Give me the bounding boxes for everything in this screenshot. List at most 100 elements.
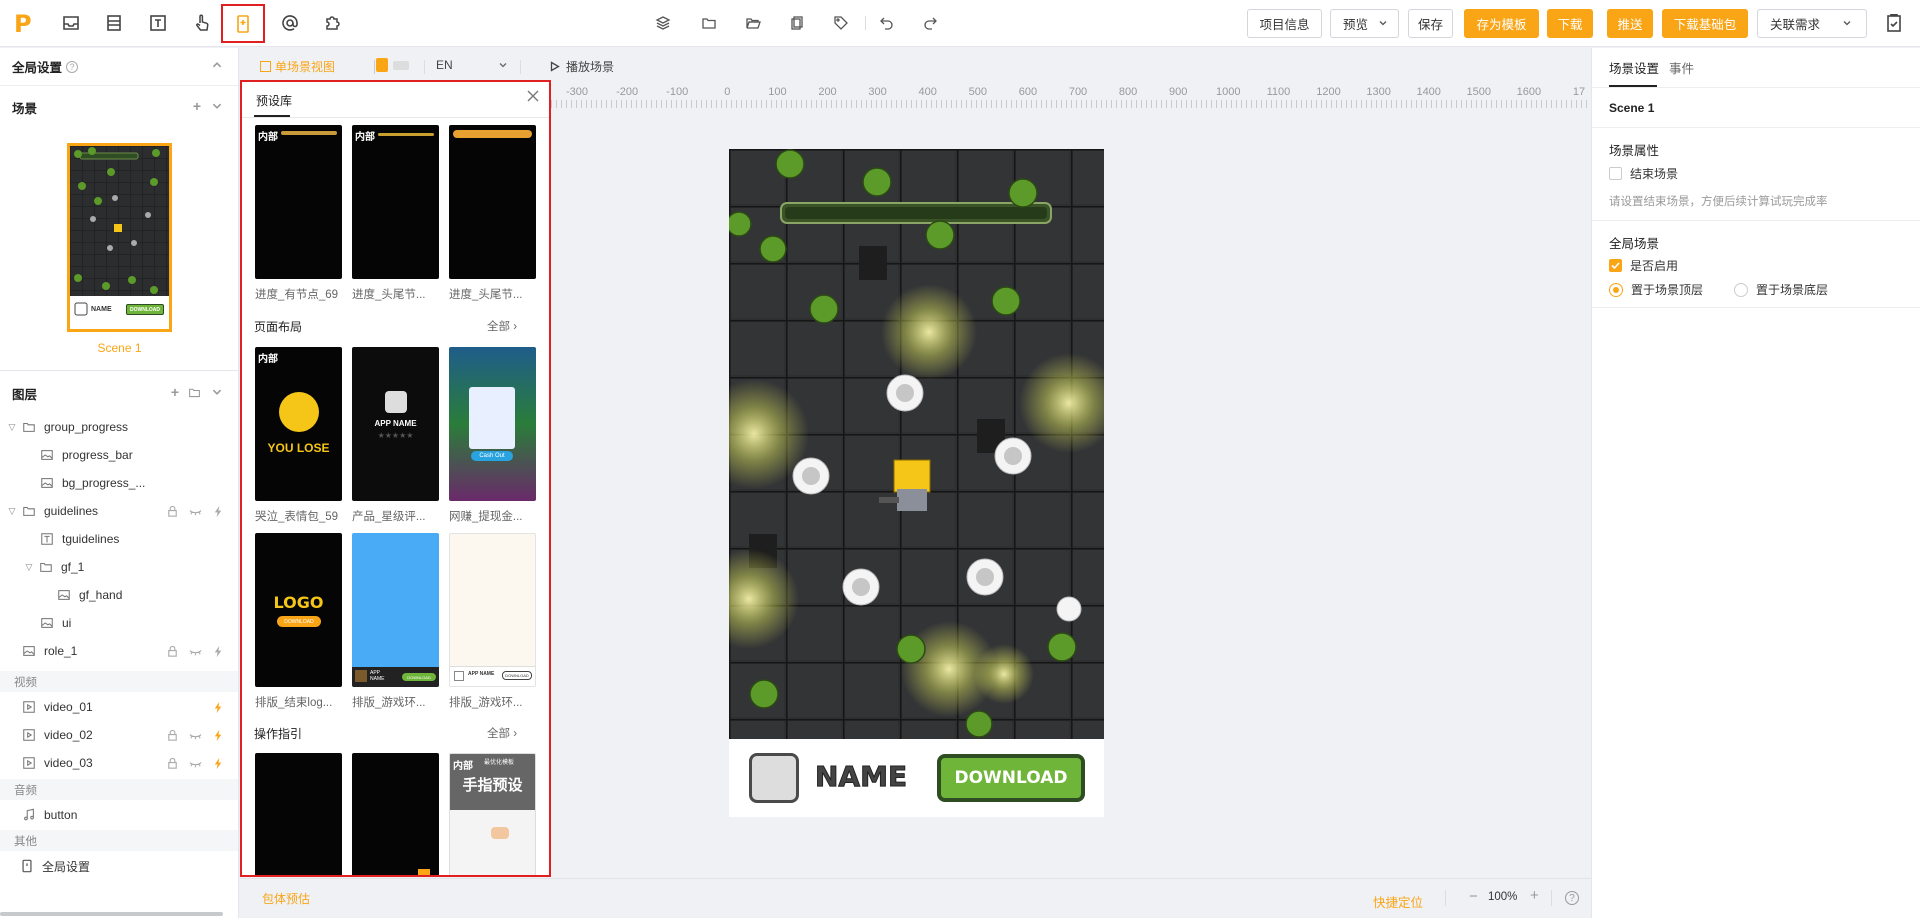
gray-color-swatch[interactable] [393, 61, 409, 70]
radio-selected[interactable] [1609, 282, 1623, 297]
help-icon[interactable]: ? [1565, 891, 1579, 905]
text-icon[interactable] [144, 9, 172, 37]
lightning-icon[interactable] [212, 701, 225, 714]
preset-guide-2[interactable] [352, 753, 439, 875]
video-item[interactable]: video_02 [0, 721, 238, 749]
zoom-in-button[interactable]: + [1530, 887, 1539, 904]
preset-guide-1[interactable] [255, 753, 342, 875]
lightning-icon[interactable] [212, 757, 225, 770]
preset-crying-emoji[interactable]: 内部 YOU LOSE [255, 347, 342, 501]
layer-bg-progress[interactable]: bg_progress_... [0, 469, 238, 497]
lock-icon[interactable] [166, 757, 179, 770]
video-item[interactable]: video_01 [0, 693, 238, 721]
top-layer-radio[interactable]: 置于场景顶层 [1609, 281, 1703, 298]
preview-dropdown[interactable]: 预览 [1330, 9, 1399, 38]
save-template-button[interactable]: 存为模板 [1464, 9, 1539, 38]
close-icon[interactable] [527, 90, 539, 102]
layer-ui[interactable]: ui [0, 609, 238, 637]
tag-icon[interactable] [831, 13, 851, 33]
video-item[interactable]: video_03 [0, 749, 238, 777]
preset-finger-guide[interactable]: 内部 最优化模板 手指预设 [449, 753, 536, 875]
scene-canvas[interactable]: NAME DOWNLOAD [729, 149, 1104, 817]
other-item[interactable]: 全局设置 [0, 852, 238, 880]
caret-down-icon[interactable]: ▽ [23, 562, 35, 573]
caret-down-icon[interactable]: ▽ [6, 422, 18, 433]
lightning-icon[interactable] [212, 729, 225, 742]
package-size-estimate-link[interactable]: 包体预估 [262, 890, 310, 907]
layer-progress-bar[interactable]: progress_bar [0, 441, 238, 469]
eye-closed-icon[interactable] [189, 505, 202, 518]
eye-closed-icon[interactable] [189, 645, 202, 658]
app-logo[interactable]: P [14, 10, 40, 38]
undo-icon[interactable] [877, 13, 897, 33]
layer-role-1[interactable]: role_1 [0, 637, 238, 665]
lock-icon[interactable] [166, 505, 179, 518]
save-button[interactable]: 保存 [1408, 9, 1453, 38]
preset-end-logo[interactable]: LOGO DOWNLOAD [255, 533, 342, 687]
preset-progress-headtail-1[interactable]: 内部 [352, 125, 439, 279]
eye-closed-icon[interactable] [189, 729, 202, 742]
layer-gf-hand[interactable]: gf_hand [0, 581, 238, 609]
layer-tguidelines[interactable]: tguidelines [0, 525, 238, 553]
preset-progress-headtail-2[interactable] [449, 125, 536, 279]
folder-icon[interactable] [699, 13, 719, 33]
tab-preset-library[interactable]: 预设库 [256, 92, 292, 109]
lock-icon[interactable] [166, 645, 179, 658]
end-scene-checkbox[interactable]: 结束场景 [1609, 165, 1678, 182]
orange-color-swatch[interactable] [376, 58, 388, 72]
list-icon[interactable] [100, 9, 128, 37]
collapse-icon[interactable] [211, 59, 223, 71]
lock-icon[interactable] [166, 729, 179, 742]
chevron-down-icon[interactable] [211, 100, 223, 112]
global-settings-header[interactable]: 全局设置? [0, 48, 238, 86]
audio-item[interactable]: button [0, 801, 238, 829]
layer-guidelines[interactable]: ▽ guidelines [0, 497, 238, 525]
eye-closed-icon[interactable] [189, 757, 202, 770]
download-button[interactable]: 下载 [1547, 9, 1593, 38]
bottom-layer-radio[interactable]: 置于场景底层 [1734, 281, 1828, 298]
related-requirement-dropdown[interactable]: 关联需求 [1757, 9, 1867, 38]
play-scene-button[interactable]: 播放场景 [550, 58, 614, 75]
quick-locate-button[interactable]: 快捷定位 [1373, 892, 1423, 911]
lightning-icon[interactable] [212, 505, 225, 518]
download-base-button[interactable]: 下载基础包 [1662, 9, 1748, 38]
preset-progress-nodes[interactable]: 内部 [255, 125, 342, 279]
language-select[interactable]: EN [436, 58, 508, 72]
preset-game-loop-1[interactable]: APP NAME DOWNLOAD [352, 533, 439, 687]
checkbox-box[interactable] [1609, 167, 1622, 180]
view-all-guide-link[interactable]: 全部 › [487, 725, 517, 741]
checkbox-checked[interactable] [1609, 259, 1622, 272]
inbox-icon[interactable] [57, 9, 85, 37]
chevron-down-icon[interactable] [211, 386, 223, 398]
download-cta-button[interactable]: DOWNLOAD [937, 754, 1085, 802]
layers-icon[interactable] [653, 13, 673, 33]
at-icon[interactable] [276, 9, 304, 37]
tab-events[interactable]: 事件 [1669, 58, 1694, 77]
scene-thumbnail[interactable]: NAME DOWNLOAD [67, 143, 172, 332]
enable-checkbox[interactable]: 是否启用 [1609, 257, 1678, 274]
preset-cash-out[interactable]: Cash Out [449, 347, 536, 501]
view-all-layout-link[interactable]: 全部 › [487, 318, 517, 334]
hand-pointer-icon[interactable] [188, 9, 216, 37]
preset-icon[interactable] [221, 4, 265, 43]
single-scene-view-toggle[interactable]: 单场景视图 [260, 58, 335, 75]
layer-gf-1[interactable]: ▽ gf_1 [0, 553, 238, 581]
project-info-button[interactable]: 项目信息 [1247, 9, 1322, 38]
add-layer-icon[interactable]: + [171, 384, 179, 400]
layer-group-progress[interactable]: ▽ group_progress [0, 413, 238, 441]
add-folder-icon[interactable] [188, 386, 201, 399]
lightning-icon[interactable] [212, 645, 225, 658]
copy-icon[interactable] [787, 13, 807, 33]
tab-scene-settings[interactable]: 场景设置 [1609, 58, 1659, 77]
help-icon[interactable]: ? [66, 60, 79, 73]
radio-unselected[interactable] [1734, 282, 1748, 297]
folder-open-icon[interactable] [743, 13, 763, 33]
push-button[interactable]: 推送 [1607, 9, 1653, 38]
zoom-out-button[interactable]: − [1469, 888, 1478, 905]
preset-game-loop-2[interactable]: APP NAME DOWNLOAD [449, 533, 536, 687]
clipboard-check-icon[interactable] [1880, 9, 1908, 37]
preset-product-rating[interactable]: APP NAME ★★★★★ [352, 347, 439, 501]
puzzle-icon[interactable] [319, 9, 347, 37]
redo-icon[interactable] [920, 13, 940, 33]
add-scene-icon[interactable]: + [193, 98, 201, 114]
